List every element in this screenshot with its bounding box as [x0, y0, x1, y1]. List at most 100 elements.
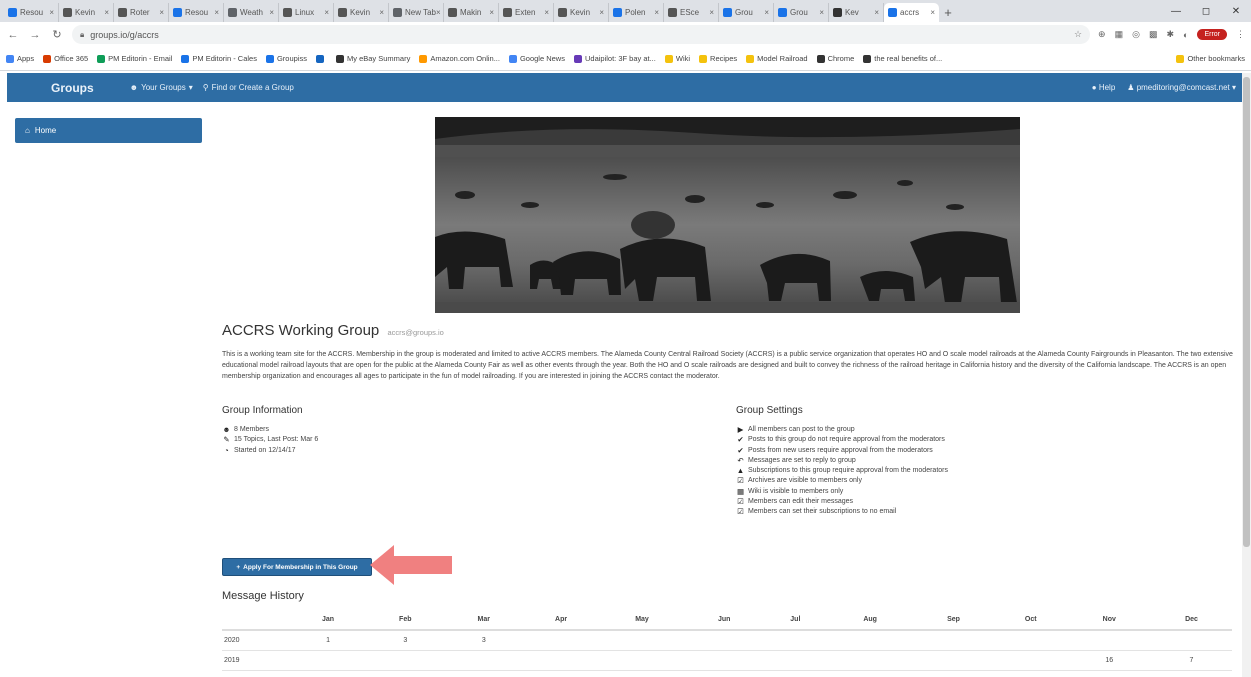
bookmark-item[interactable]: Wiki: [664, 54, 690, 63]
back-icon[interactable]: ←: [6, 29, 20, 41]
minimize-icon[interactable]: —: [1161, 0, 1191, 22]
nav-user-menu[interactable]: ♟ pmeditoring@comcast.net ▾: [1127, 83, 1236, 92]
bookmark-star-icon[interactable]: ☆: [1074, 29, 1082, 40]
extension-icon[interactable]: ▦: [1115, 29, 1124, 40]
extension-icon[interactable]: ▩: [1149, 29, 1158, 40]
browser-tab-label: Kevin: [75, 8, 96, 17]
bookmark-item[interactable]: Chrome: [816, 54, 854, 63]
extension-icon[interactable]: ⊕: [1098, 29, 1106, 40]
maximize-icon[interactable]: ◻: [1191, 0, 1221, 22]
list-item-text: All members can post to the group: [748, 426, 855, 433]
nav-help[interactable]: ● Help: [1092, 83, 1116, 92]
lock-icon[interactable]: 🔒︎: [80, 30, 84, 40]
bookmark-label: Udaipilot: 3F bay at...: [584, 54, 656, 63]
bookmark-item[interactable]: the real benefits of...: [863, 54, 942, 63]
forward-icon[interactable]: →: [28, 29, 42, 41]
reload-icon[interactable]: ↻: [50, 28, 64, 41]
apply-membership-button[interactable]: + Apply For Membership in This Group: [222, 558, 372, 576]
bookmark-item[interactable]: [315, 54, 327, 63]
extension-icon[interactable]: ✱: [1166, 29, 1174, 40]
sidebar-item-home[interactable]: ⌂ Home: [15, 118, 202, 143]
tab-favicon-icon: [668, 8, 677, 17]
bookmark-item[interactable]: Groupiss: [265, 54, 307, 63]
bookmark-other[interactable]: Other bookmarks: [1176, 54, 1245, 63]
tab-favicon-icon: [613, 8, 622, 17]
extension-icon[interactable]: ◐: [1183, 30, 1188, 40]
table-cell-count[interactable]: 3: [366, 630, 445, 651]
bookmark-item[interactable]: Office 365: [43, 54, 88, 63]
browser-tab[interactable]: Weath ×: [224, 3, 279, 22]
browser-tab[interactable]: Kev ×: [829, 3, 884, 22]
menu-kebab-icon[interactable]: ⋮: [1236, 29, 1245, 40]
browser-tab[interactable]: Grou ×: [774, 3, 829, 22]
table-cell-count[interactable]: 3: [444, 630, 524, 651]
tab-close-icon[interactable]: ×: [214, 8, 219, 17]
bookmark-item[interactable]: Amazon.com Onlin...: [419, 54, 500, 63]
tab-close-icon[interactable]: ×: [874, 8, 879, 17]
tab-close-icon[interactable]: ×: [436, 8, 441, 17]
browser-tab[interactable]: Makin ×: [444, 3, 499, 22]
browser-tab[interactable]: Roter ×: [114, 3, 169, 22]
browser-tab[interactable]: ESce ×: [664, 3, 719, 22]
site-brand[interactable]: Groups: [51, 81, 94, 95]
table-cell-year: 2020: [222, 630, 290, 651]
close-window-icon[interactable]: ✕: [1221, 0, 1251, 22]
tab-close-icon[interactable]: ×: [599, 8, 604, 17]
tab-close-icon[interactable]: ×: [544, 8, 549, 17]
browser-tab[interactable]: Kevin ×: [554, 3, 609, 22]
browser-tab[interactable]: Linux ×: [279, 3, 334, 22]
table-cell-count[interactable]: 7: [1150, 650, 1232, 671]
nav-user-label: pmeditoring@comcast.net: [1136, 83, 1230, 92]
browser-tab[interactable]: Kevin ×: [59, 3, 114, 22]
profile-button[interactable]: Error: [1197, 29, 1227, 40]
browser-tab[interactable]: Resou ×: [169, 3, 224, 22]
browser-tab[interactable]: Exten ×: [499, 3, 554, 22]
browser-tab[interactable]: Grou ×: [719, 3, 774, 22]
table-cell-count: [993, 630, 1068, 651]
tab-close-icon[interactable]: ×: [654, 8, 659, 17]
browser-tab[interactable]: Kevin ×: [334, 3, 389, 22]
browser-tab[interactable]: Polen ×: [609, 3, 664, 22]
tab-close-icon[interactable]: ×: [324, 8, 329, 17]
tab-close-icon[interactable]: ×: [49, 8, 54, 17]
bookmark-item[interactable]: Model Railroad: [746, 54, 808, 63]
table-cell-count[interactable]: 1: [290, 630, 367, 651]
browser-toolbar: ← → ↻ 🔒︎ groups.io/g/accrs ☆ ⊕ ▦ ◎ ▩ ✱ ◐…: [0, 22, 1251, 47]
table-cell-count[interactable]: 16: [1067, 650, 1151, 671]
bookmark-label: Amazon.com Onlin...: [430, 54, 500, 63]
address-bar[interactable]: 🔒︎ groups.io/g/accrs ☆: [72, 25, 1091, 44]
table-cell-count: [913, 650, 994, 671]
bookmark-item[interactable]: Google News: [508, 54, 565, 63]
bookmark-item[interactable]: Recipes: [699, 54, 737, 63]
bookmark-item[interactable]: My eBay Summary: [335, 54, 411, 63]
tab-close-icon[interactable]: ×: [159, 8, 164, 17]
bookmark-label: My eBay Summary: [346, 54, 411, 63]
tab-close-icon[interactable]: ×: [930, 8, 935, 17]
browser-tab[interactable]: New Tab ×: [389, 3, 444, 22]
tab-close-icon[interactable]: ×: [379, 8, 384, 17]
tab-close-icon[interactable]: ×: [104, 8, 109, 17]
browser-tab[interactable]: Resou ×: [4, 3, 59, 22]
extension-icon[interactable]: ◎: [1132, 29, 1140, 40]
nav-find-create[interactable]: ⚲ Find or Create a Group: [203, 83, 294, 92]
new-tab-icon[interactable]: +: [939, 3, 957, 22]
browser-tab-label: Grou: [790, 8, 808, 17]
bookmark-item[interactable]: PM Editorin - Cales: [181, 54, 257, 63]
bookmark-item[interactable]: PM Editorin - Email: [97, 54, 172, 63]
table-header-month: Sep: [913, 609, 994, 631]
table-header-row: Jan Feb Mar Apr May Jun Jul Aug Sep Oct Nov Dec: [222, 609, 1232, 631]
scrollbar-thumb[interactable]: [1243, 77, 1250, 547]
tab-close-icon[interactable]: ×: [489, 8, 494, 17]
bookmark-item[interactable]: Udaipilot: 3F bay at...: [573, 54, 656, 63]
group-email[interactable]: accrs@groups.io: [387, 328, 443, 337]
browser-tab-label: Linux: [295, 8, 315, 17]
nav-your-groups[interactable]: ☻ Your Groups ▾: [130, 83, 193, 92]
browser-tab[interactable]: accrs ×: [884, 3, 939, 22]
tab-close-icon[interactable]: ×: [819, 8, 824, 17]
bookmark-item[interactable]: Apps: [6, 54, 34, 63]
table-cell-count: [827, 650, 914, 671]
users-icon: ☻: [129, 83, 139, 92]
tab-close-icon[interactable]: ×: [764, 8, 769, 17]
tab-close-icon[interactable]: ×: [709, 8, 714, 17]
tab-close-icon[interactable]: ×: [269, 8, 274, 17]
